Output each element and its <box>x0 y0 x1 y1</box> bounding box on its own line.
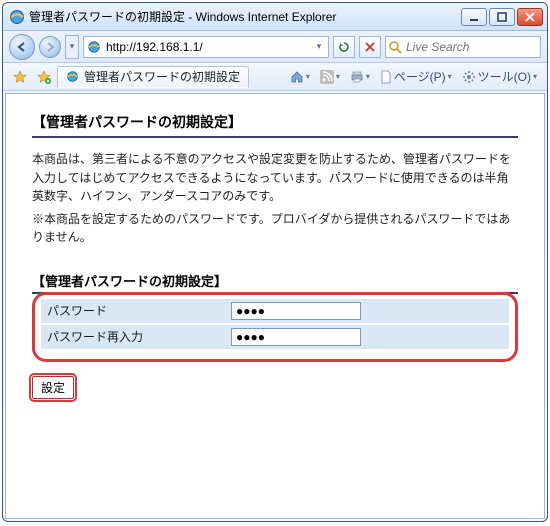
forward-button[interactable] <box>39 36 61 58</box>
intro-paragraph-2: ※本商品を設定するためのパスワードです。プロバイダから提供されるパスワードではあ… <box>32 210 518 247</box>
address-dropdown-icon[interactable]: ▾ <box>312 41 326 52</box>
url-input[interactable] <box>106 38 308 56</box>
history-dropdown[interactable]: ▾ <box>65 35 79 59</box>
search-box[interactable] <box>385 36 541 58</box>
maximize-button[interactable] <box>489 8 515 26</box>
password-confirm-row: パスワード再入力 <box>41 325 509 349</box>
page-favicon-icon <box>86 39 102 55</box>
tab-favicon-icon <box>66 70 80 84</box>
minimize-button[interactable] <box>461 8 487 26</box>
page-viewport: 【管理者パスワードの初期設定】 本商品は、第三者による不意のアクセスや設定変更を… <box>5 93 545 519</box>
tools-menu-label: ツール(O) <box>478 68 531 85</box>
password-input[interactable] <box>231 302 361 320</box>
browser-tab[interactable]: 管理者パスワードの初期設定 <box>57 66 249 88</box>
feeds-menu[interactable]: ▾ <box>316 67 344 87</box>
intro-paragraph-1: 本商品は、第三者による不意のアクセスや設定変更を防止するため、管理者パスワードを… <box>32 150 518 206</box>
feed-icon <box>320 70 334 84</box>
tools-menu[interactable]: ツール(O) ▾ <box>458 67 541 87</box>
toolbar-row: 管理者パスワードの初期設定 ▾ ▾ ▾ ページ(P) ▾ <box>3 63 547 91</box>
ie-logo-icon <box>9 9 25 25</box>
page-heading: 【管理者パスワードの初期設定】 <box>32 112 518 138</box>
add-favorite-icon[interactable] <box>33 67 55 87</box>
back-button[interactable] <box>9 34 35 60</box>
address-bar[interactable]: ▾ <box>83 36 329 58</box>
print-menu[interactable]: ▾ <box>346 67 374 87</box>
search-provider-icon <box>388 39 402 55</box>
password-label: パスワード <box>41 302 231 319</box>
close-button[interactable] <box>517 8 543 26</box>
tab-title: 管理者パスワードの初期設定 <box>84 68 240 85</box>
page-menu[interactable]: ページ(P) ▾ <box>376 67 456 87</box>
submit-button[interactable]: 設定 <box>32 376 74 399</box>
window-buttons <box>461 8 543 26</box>
gear-icon <box>462 70 476 84</box>
stop-button[interactable] <box>359 36 381 58</box>
titlebar: 管理者パスワードの初期設定 - Windows Internet Explore… <box>3 3 547 31</box>
password-confirm-label: パスワード再入力 <box>41 328 231 345</box>
ie-window: 管理者パスワードの初期設定 - Windows Internet Explore… <box>2 2 548 522</box>
refresh-button[interactable] <box>333 36 355 58</box>
home-menu[interactable]: ▾ <box>286 67 314 87</box>
submit-area: 設定 <box>32 376 518 399</box>
home-icon <box>290 70 304 84</box>
password-confirm-input[interactable] <box>231 328 361 346</box>
search-input[interactable] <box>406 40 548 54</box>
page-icon <box>380 70 392 84</box>
favorites-icon[interactable] <box>9 67 31 87</box>
password-form-highlight: パスワード パスワード再入力 <box>32 292 518 362</box>
nav-row: ▾ ▾ <box>3 31 547 63</box>
page-menu-label: ページ(P) <box>394 68 446 85</box>
window-title: 管理者パスワードの初期設定 - Windows Internet Explore… <box>29 8 461 25</box>
password-row: パスワード <box>41 299 509 323</box>
password-section-label: 【管理者パスワードの初期設定】 <box>32 271 518 294</box>
print-icon <box>350 70 364 84</box>
